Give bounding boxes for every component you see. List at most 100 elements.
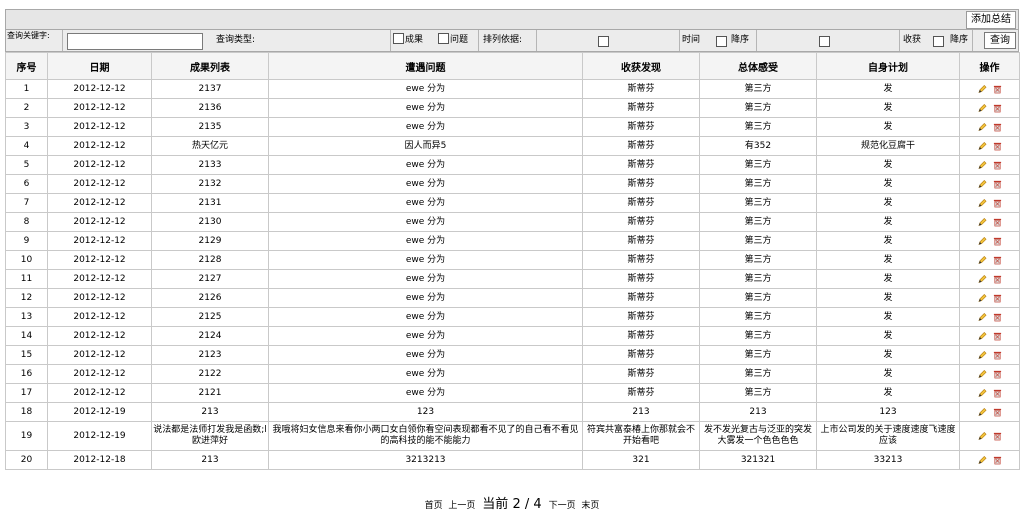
row-actions xyxy=(959,250,1020,270)
records-table: 序号 日期 成果列表 遭遇问题 收获发现 总体感受 自身计划 操作 1 2012-… xyxy=(5,52,1020,470)
trash-icon[interactable] xyxy=(993,274,1002,284)
table-cell: ewe 分为 xyxy=(268,250,583,270)
pencil-icon[interactable] xyxy=(977,255,987,265)
time-desc-checkbox[interactable] xyxy=(819,36,830,47)
table-cell: 发 xyxy=(816,79,960,99)
pencil-icon[interactable] xyxy=(977,217,987,227)
table-cell: 7 xyxy=(5,193,48,213)
row-actions xyxy=(959,117,1020,137)
trash-icon[interactable] xyxy=(993,331,1002,341)
table-cell: 斯蒂芬 xyxy=(582,345,700,365)
table-cell: 斯蒂芬 xyxy=(582,155,700,175)
keyword-input[interactable] xyxy=(67,33,203,50)
table-cell: 2012-12-12 xyxy=(47,212,152,232)
header-row: 序号 日期 成果列表 遭遇问题 收获发现 总体感受 自身计划 操作 xyxy=(5,52,1020,80)
prev-page-link[interactable]: 上一页 xyxy=(448,501,475,511)
pencil-icon[interactable] xyxy=(977,369,987,379)
table-cell: 第三方 xyxy=(699,212,817,232)
table-cell: 第三方 xyxy=(699,155,817,175)
table-cell: 321 xyxy=(582,450,700,470)
last-page-link[interactable]: 末页 xyxy=(581,501,599,511)
trash-icon[interactable] xyxy=(993,293,1002,303)
table-cell: 发 xyxy=(816,212,960,232)
trash-icon[interactable] xyxy=(993,369,1002,379)
table-row: 11 2012-12-12 2127 ewe 分为 斯蒂芬 第三方发 xyxy=(5,269,1020,289)
pencil-icon[interactable] xyxy=(977,160,987,170)
table-cell: 斯蒂芬 xyxy=(582,98,700,118)
trash-icon[interactable] xyxy=(993,141,1002,151)
pencil-icon[interactable] xyxy=(977,236,987,246)
table-cell: 上市公司发的关于速度速度飞速度应该 xyxy=(816,421,960,451)
pencil-icon[interactable] xyxy=(977,331,987,341)
trash-icon[interactable] xyxy=(993,84,1002,94)
table-cell: 2122 xyxy=(151,364,269,384)
gain-checkbox[interactable] xyxy=(933,36,944,47)
time-checkbox[interactable] xyxy=(716,36,727,47)
pencil-icon[interactable] xyxy=(977,141,987,151)
trash-icon[interactable] xyxy=(993,455,1002,465)
table-cell: 8 xyxy=(5,212,48,232)
trash-icon[interactable] xyxy=(993,160,1002,170)
table-row: 1 2012-12-12 2137 ewe 分为 斯蒂芬 第三方发 xyxy=(5,79,1020,99)
table-row: 9 2012-12-12 2129 ewe 分为 斯蒂芬 第三方发 xyxy=(5,231,1020,251)
table-cell: 发 xyxy=(816,345,960,365)
table-row: 10 2012-12-12 2128 ewe 分为 斯蒂芬 第三方发 xyxy=(5,250,1020,270)
first-page-link[interactable]: 首页 xyxy=(425,501,443,511)
pagination: 首页 上一页 当前 2 / 4 下一页 末页 xyxy=(0,493,1024,512)
pencil-icon[interactable] xyxy=(977,103,987,113)
result-checkbox[interactable] xyxy=(393,33,404,44)
pencil-icon[interactable] xyxy=(977,350,987,360)
trash-icon[interactable] xyxy=(993,431,1002,441)
table-row: 18 2012-12-19 213 123 213 213 123 xyxy=(5,402,1020,422)
trash-icon[interactable] xyxy=(993,255,1002,265)
table-cell: 2012-12-12 xyxy=(47,155,152,175)
pencil-icon[interactable] xyxy=(977,198,987,208)
table-cell: 2126 xyxy=(151,288,269,308)
trash-icon[interactable] xyxy=(993,217,1002,227)
table-cell: 2128 xyxy=(151,250,269,270)
table-cell: 斯蒂芬 xyxy=(582,136,700,156)
table-row: 5 2012-12-12 2133 ewe 分为 斯蒂芬 第三方发 xyxy=(5,155,1020,175)
pencil-icon[interactable] xyxy=(977,455,987,465)
pencil-icon[interactable] xyxy=(977,84,987,94)
table-cell: ewe 分为 xyxy=(268,212,583,232)
table-cell: 发 xyxy=(816,307,960,327)
sort-checkbox[interactable] xyxy=(598,36,609,47)
trash-icon[interactable] xyxy=(993,388,1002,398)
trash-icon[interactable] xyxy=(993,236,1002,246)
table-cell: 第三方 xyxy=(699,345,817,365)
problem-checkbox[interactable] xyxy=(438,33,449,44)
pencil-icon[interactable] xyxy=(977,407,987,417)
trash-icon[interactable] xyxy=(993,312,1002,322)
trash-icon[interactable] xyxy=(993,407,1002,417)
trash-icon[interactable] xyxy=(993,179,1002,189)
trash-icon[interactable] xyxy=(993,350,1002,360)
search-button[interactable]: 查询 xyxy=(984,32,1016,49)
table-cell: 17 xyxy=(5,383,48,403)
col-header: 自身计划 xyxy=(816,52,960,80)
table-cell: ewe 分为 xyxy=(268,174,583,194)
table-cell: 2012-12-19 xyxy=(47,421,152,451)
pencil-icon[interactable] xyxy=(977,274,987,284)
table-cell: 13 xyxy=(5,307,48,327)
col-header: 收获发现 xyxy=(582,52,700,80)
pencil-icon[interactable] xyxy=(977,388,987,398)
opt-result[interactable]: 成果 xyxy=(393,33,423,47)
trash-icon[interactable] xyxy=(993,103,1002,113)
add-summary-button[interactable]: 添加总结 xyxy=(966,11,1016,29)
table-cell: ewe 分为 xyxy=(268,98,583,118)
opt-problem[interactable]: 问题 xyxy=(438,33,468,47)
table-cell: 斯蒂芬 xyxy=(582,364,700,384)
table-cell: ewe 分为 xyxy=(268,383,583,403)
table-row: 12 2012-12-12 2126 ewe 分为 斯蒂芬 第三方发 xyxy=(5,288,1020,308)
table-cell: 发 xyxy=(816,98,960,118)
pencil-icon[interactable] xyxy=(977,431,987,441)
pencil-icon[interactable] xyxy=(977,312,987,322)
pencil-icon[interactable] xyxy=(977,179,987,189)
trash-icon[interactable] xyxy=(993,198,1002,208)
pencil-icon[interactable] xyxy=(977,293,987,303)
pencil-icon[interactable] xyxy=(977,122,987,132)
trash-icon[interactable] xyxy=(993,122,1002,132)
next-page-link[interactable]: 下一页 xyxy=(549,501,576,511)
table-cell: 第三方 xyxy=(699,288,817,308)
